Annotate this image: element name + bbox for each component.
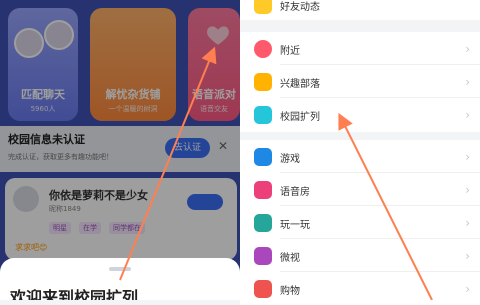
verify-button[interactable]: 去认证 (165, 138, 210, 158)
menu-label: 微视 (280, 253, 300, 264)
right-screen: 好友动态 附近 › 兴趣部落 › 校园扩列 › 游戏 › 语音房 › 玩一玩 ›… (240, 0, 480, 305)
close-icon[interactable]: ✕ (218, 139, 228, 153)
chevron-right-icon: › (465, 42, 470, 56)
post-tag: 同学都在 (109, 222, 145, 234)
friends-icon (254, 0, 272, 14)
game-icon (254, 148, 272, 166)
card-title: 匹配聊天 (21, 88, 65, 101)
avatar (44, 20, 74, 50)
friends-panel: 好友动态 (240, 0, 480, 20)
menu-group-1: 附近 › 兴趣部落 › 校园扩列 › (240, 32, 480, 132)
chat-button[interactable] (187, 194, 223, 210)
post-card[interactable]: 你依是萝莉不是少女 昵称1849 明星 在学 同学都在 求求吧😊 (5, 178, 237, 260)
chevron-right-icon: › (465, 249, 470, 263)
menu-label: 兴趣部落 (280, 79, 320, 90)
avatar (13, 186, 39, 212)
menu-item-video[interactable]: 微视 › (240, 239, 480, 272)
menu-item-shopping[interactable]: 购物 › (240, 272, 480, 305)
chevron-right-icon: › (465, 108, 470, 122)
menu-label: 附近 (280, 46, 300, 57)
card-subtitle: 一个温暖的树洞 (108, 105, 158, 113)
banner-title: 校园信息未认证 (8, 133, 85, 146)
left-screen: 匹配聊天 5960人 解忧杂货铺 一个温暖的树洞 语音派对 语音交友 校园信息未… (0, 0, 240, 300)
location-icon (254, 40, 272, 58)
menu-item-campus[interactable]: 校园扩列 › (240, 98, 480, 131)
post-author: 你依是萝莉不是少女 (49, 189, 148, 202)
post-text: 求求吧😊 (15, 243, 48, 252)
sheet-title: 欢迎来到校园扩列 (10, 288, 139, 300)
menu-label: 好友动态 (280, 2, 320, 13)
chevron-right-icon: › (465, 75, 470, 89)
sheet-handle[interactable] (109, 267, 131, 271)
post-tag: 明星 (49, 222, 71, 234)
avatar (444, 0, 466, 2)
menu-label: 购物 (280, 286, 300, 297)
shopping-icon (254, 280, 272, 298)
play-icon (254, 214, 272, 232)
menu-item-play[interactable]: 玩一玩 › (240, 206, 480, 239)
post-tag: 在学 (79, 222, 101, 234)
chevron-right-icon: › (465, 282, 470, 296)
chevron-right-icon: › (465, 216, 470, 230)
menu-group-2: 游戏 › 语音房 › 玩一玩 › 微视 › 购物 › (240, 140, 480, 305)
card-title: 语音派对 (192, 88, 236, 101)
campus-icon (254, 106, 272, 124)
card-subtitle: 语音交友 (200, 105, 228, 113)
heart-icon (207, 26, 229, 45)
menu-label: 游戏 (280, 154, 300, 165)
banner-subtitle: 完成认证，获取更多有趣功能吧！ (8, 153, 113, 161)
menu-item-tribe[interactable]: 兴趣部落 › (240, 65, 480, 98)
avatar (14, 28, 44, 58)
menu-item-voice-room[interactable]: 语音房 › (240, 173, 480, 206)
tribe-icon (254, 73, 272, 91)
post-meta: 昵称1849 (49, 205, 81, 213)
menu-label: 语音房 (280, 187, 310, 198)
menu-label: 玩一玩 (280, 220, 310, 231)
chevron-right-icon: › (465, 183, 470, 197)
grocery-card[interactable]: 解忧杂货铺 一个温暖的树洞 (90, 8, 176, 121)
card-subtitle: 5960人 (30, 105, 56, 113)
menu-label: 校园扩列 (280, 112, 320, 123)
menu-item-games[interactable]: 游戏 › (240, 140, 480, 173)
card-title: 解忧杂货铺 (105, 88, 161, 101)
video-icon (254, 247, 272, 265)
menu-item-nearby[interactable]: 附近 › (240, 32, 480, 65)
menu-item-friends[interactable]: 好友动态 (240, 0, 480, 21)
match-chat-card[interactable]: 匹配聊天 5960人 (8, 8, 78, 121)
voice-room-icon (254, 181, 272, 199)
chevron-right-icon: › (465, 150, 470, 164)
